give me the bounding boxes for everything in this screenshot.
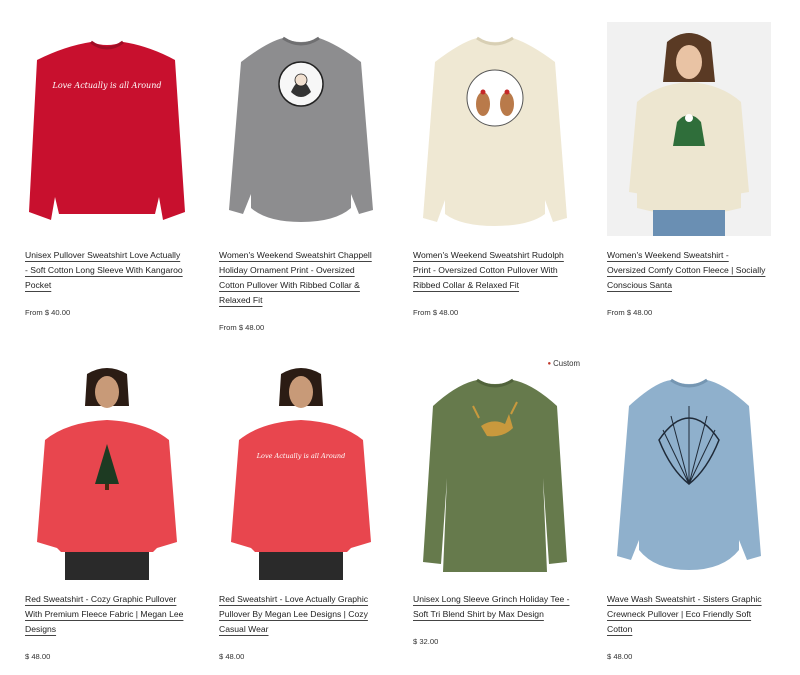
product-image[interactable] [413,22,577,236]
product-image[interactable]: Love Actually is all Around [219,366,383,580]
product-image[interactable] [607,366,771,580]
product-price: From $ 48.00 [413,308,459,317]
product-price: $ 48.00 [607,652,633,661]
product-title[interactable]: Unisex Pullover Sweatshirt Love Actually… [25,248,185,293]
product-title[interactable]: Wave Wash Sweatshirt - Sisters Graphic C… [607,592,767,637]
product-price: $ 32.00 [413,637,439,646]
product-title[interactable]: Red Sweatshirt - Love Actually Graphic P… [219,592,379,637]
product-title[interactable]: Red Sweatshirt - Cozy Graphic Pullover W… [25,592,185,637]
product-price: From $ 40.00 [25,308,71,317]
product-image[interactable] [607,22,771,236]
dot-icon: ● [547,361,552,367]
product-image[interactable] [413,366,577,580]
product-image[interactable]: Love Actually is all Around [25,22,189,236]
product-image[interactable] [219,22,383,236]
product-image[interactable] [25,366,189,580]
product-price: From $ 48.00 [607,308,653,317]
product-price: $ 48.00 [25,652,51,661]
product-title[interactable]: Unisex Long Sleeve Grinch Holiday Tee - … [413,592,573,622]
product-title[interactable]: Women's Weekend Sweatshirt Rudolph Print… [413,248,573,293]
product-title[interactable]: Women's Weekend Sweatshirt Chappell Holi… [219,248,379,308]
custom-badge: ● Custom [544,358,583,369]
product-title[interactable]: Women's Weekend Sweatshirt - Oversized C… [607,248,767,293]
product-price: From $ 48.00 [219,323,265,332]
print-text: Love Actually is all Around [256,452,346,460]
product-price: $ 48.00 [219,652,245,661]
print-text: Love Actually is all Around [52,81,162,90]
